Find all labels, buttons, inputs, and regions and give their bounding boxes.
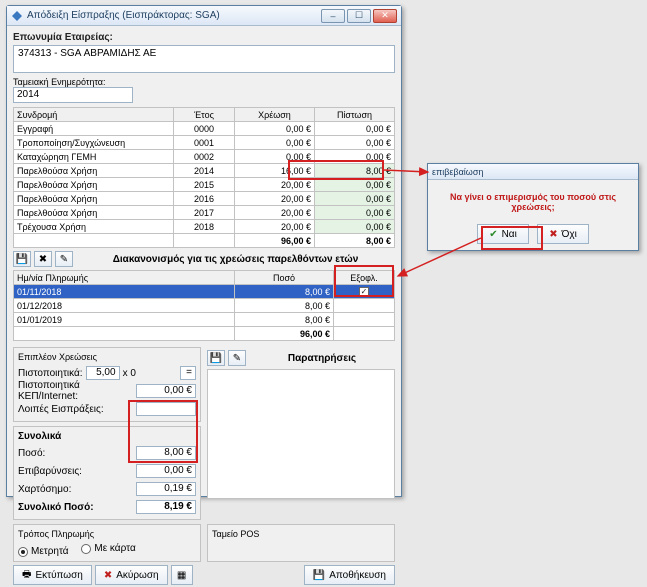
cancel-icon: ✖	[104, 570, 112, 581]
app-icon	[11, 10, 23, 22]
settlement-total-row: 96,00 €	[14, 327, 395, 341]
table-row[interactable]: 01/11/20188,00 €	[14, 285, 395, 299]
other-label: Λοιπές Εισπράξεις:	[18, 404, 133, 415]
settlement-title: Διακανονισμός για τις χρεώσεις παρελθόντ…	[76, 254, 395, 265]
xart-label: Χαρτόσημο:	[18, 484, 133, 495]
radio-dot-icon	[81, 544, 91, 554]
minimize-button[interactable]: –	[321, 9, 345, 23]
edit-icon-button[interactable]: ✎	[55, 251, 73, 267]
settlement-total: 96,00 €	[234, 327, 333, 341]
xart-value: 0,19 €	[136, 482, 196, 496]
kep-value[interactable]: 0,00 €	[136, 384, 196, 398]
check-icon: ✔	[489, 229, 497, 240]
tameio-field[interactable]: 2014	[13, 87, 133, 103]
kep-label: Πιστοποιητικά KEΠ/Internet:	[18, 380, 133, 402]
cert-mul: x 0	[123, 368, 136, 379]
calendar-icon: ▦	[177, 570, 186, 581]
calendar-button[interactable]: ▦	[171, 565, 193, 585]
poso-value: 8,00 €	[136, 446, 196, 460]
company-field[interactable]: 374313 - SGA ΑΒΡΑΜΙΔΗΣ ΑΕ	[13, 45, 395, 73]
pos-title: Ταμείο POS	[212, 529, 390, 539]
table-row[interactable]: Καταχώρηση ΓΕΜΗ00020,00 €0,00 €	[14, 150, 395, 164]
save-icon: 💾	[313, 570, 325, 581]
tameio-label: Ταμειακή Ενημερότητα:	[13, 77, 395, 87]
col-date[interactable]: Ημ/νία Πληρωμής	[14, 271, 235, 285]
pos-panel: Ταμείο POS	[207, 524, 395, 562]
payment-title: Τρόπος Πληρωμής	[18, 529, 196, 539]
totals-panel: Συνολικά Ποσό:8,00 € Επιβαρύνσεις:0,00 €…	[13, 426, 201, 520]
other-value[interactable]	[136, 402, 196, 416]
radio-cash[interactable]: Μετρητά	[18, 546, 69, 557]
col-amount[interactable]: Ποσό	[234, 271, 333, 285]
receipt-window: Απόδειξη Είσπραξης (Εισπράκτορας: SGA) –…	[6, 5, 402, 497]
epib-value: 0,00 €	[136, 464, 196, 478]
checkbox-checked-icon[interactable]	[359, 287, 369, 297]
col-paid[interactable]: Εξοφλ.	[334, 271, 395, 285]
remarks-area[interactable]	[207, 369, 395, 499]
cert-eq[interactable]: =	[180, 366, 196, 380]
col-debit[interactable]: Χρέωση	[234, 108, 314, 122]
titlebar[interactable]: Απόδειξη Είσπραξης (Εισπράκτορας: SGA) –…	[7, 6, 401, 26]
col-year[interactable]: Έτος	[174, 108, 235, 122]
yes-button[interactable]: ✔Ναι	[477, 224, 529, 244]
dues-header-row: Συνδρομή Έτος Χρέωση Πίστωση	[14, 108, 395, 122]
no-button[interactable]: ✖Όχι	[537, 224, 589, 244]
table-row[interactable]: Παρελθούσα Χρήση201620,00 €0,00 €	[14, 192, 395, 206]
dues-total-credit: 8,00 €	[314, 234, 394, 248]
dialog-text: Να γίνει ο επιμερισμός του ποσού στις χρ…	[434, 192, 632, 212]
dues-total-row: 96,00 € 8,00 €	[14, 234, 395, 248]
table-row[interactable]: Τροποποίηση/Συγχώνευση00010,00 €0,00 €	[14, 136, 395, 150]
table-row[interactable]: Τρέχουσα Χρήση201820,00 €0,00 €	[14, 220, 395, 234]
table-row[interactable]: Εγγραφή00000,00 €0,00 €	[14, 122, 395, 136]
table-row[interactable]: Παρελθούσα Χρήση201416,00 €8,00 €	[14, 164, 395, 178]
save-icon-button[interactable]: 💾	[13, 251, 31, 267]
remarks-edit-icon[interactable]: ✎	[228, 350, 246, 366]
dialog-title: επιβεβαίωση	[432, 167, 634, 177]
total-value: 8,19 €	[136, 500, 196, 514]
total-label: Συνολικό Ποσό:	[18, 502, 133, 513]
radio-card[interactable]: Με κάρτα	[81, 543, 135, 554]
totals-title: Συνολικά	[18, 431, 196, 442]
radio-dot-icon	[18, 547, 28, 557]
epib-label: Επιβαρύνσεις:	[18, 466, 133, 477]
company-label: Επωνυμία Εταιρείας:	[13, 32, 395, 43]
extra-charges-panel: Επιπλέον Χρεώσεις Πιστοποιητικά: 5,00 x …	[13, 347, 201, 422]
print-button[interactable]: 🖶Εκτύπωση	[13, 565, 92, 585]
table-row[interactable]: 01/12/20188,00 €	[14, 299, 395, 313]
cancel-button[interactable]: ✖Ακύρωση	[95, 565, 168, 585]
table-row[interactable]: Παρελθούσα Χρήση201720,00 €0,00 €	[14, 206, 395, 220]
table-row[interactable]: 01/01/20198,00 €	[14, 313, 395, 327]
dues-total-debit: 96,00 €	[234, 234, 314, 248]
cert-label: Πιστοποιητικά:	[18, 368, 83, 379]
settlement-table: Ημ/νία Πληρωμής Ποσό Εξοφλ. 01/11/20188,…	[13, 270, 395, 341]
window-title: Απόδειξη Είσπραξης (Εισπράκτορας: SGA)	[27, 10, 321, 21]
cert-qty[interactable]: 5,00	[86, 366, 120, 380]
settlement-header-row: Ημ/νία Πληρωμής Ποσό Εξοφλ.	[14, 271, 395, 285]
dues-table: Συνδρομή Έτος Χρέωση Πίστωση Εγγραφή0000…	[13, 107, 395, 248]
delete-icon-button[interactable]: ✖	[34, 251, 52, 267]
payment-method-panel: Τρόπος Πληρωμής Μετρητά Με κάρτα	[13, 524, 201, 562]
cancel-icon: ✖	[549, 229, 557, 240]
col-sub[interactable]: Συνδρομή	[14, 108, 174, 122]
close-button[interactable]: ✕	[373, 9, 397, 23]
maximize-button[interactable]: ☐	[347, 9, 371, 23]
extra-title: Επιπλέον Χρεώσεις	[18, 352, 196, 362]
table-row[interactable]: Παρελθούσα Χρήση201520,00 €0,00 €	[14, 178, 395, 192]
poso-label: Ποσό:	[18, 448, 133, 459]
col-credit[interactable]: Πίστωση	[314, 108, 394, 122]
remarks-save-icon[interactable]: 💾	[207, 350, 225, 366]
confirm-dialog: επιβεβαίωση Να γίνει ο επιμερισμός του π…	[427, 163, 639, 251]
save-button[interactable]: 💾Αποθήκευση	[304, 565, 395, 585]
remarks-title: Παρατηρήσεις	[249, 353, 395, 364]
printer-icon: 🖶	[22, 567, 31, 584]
